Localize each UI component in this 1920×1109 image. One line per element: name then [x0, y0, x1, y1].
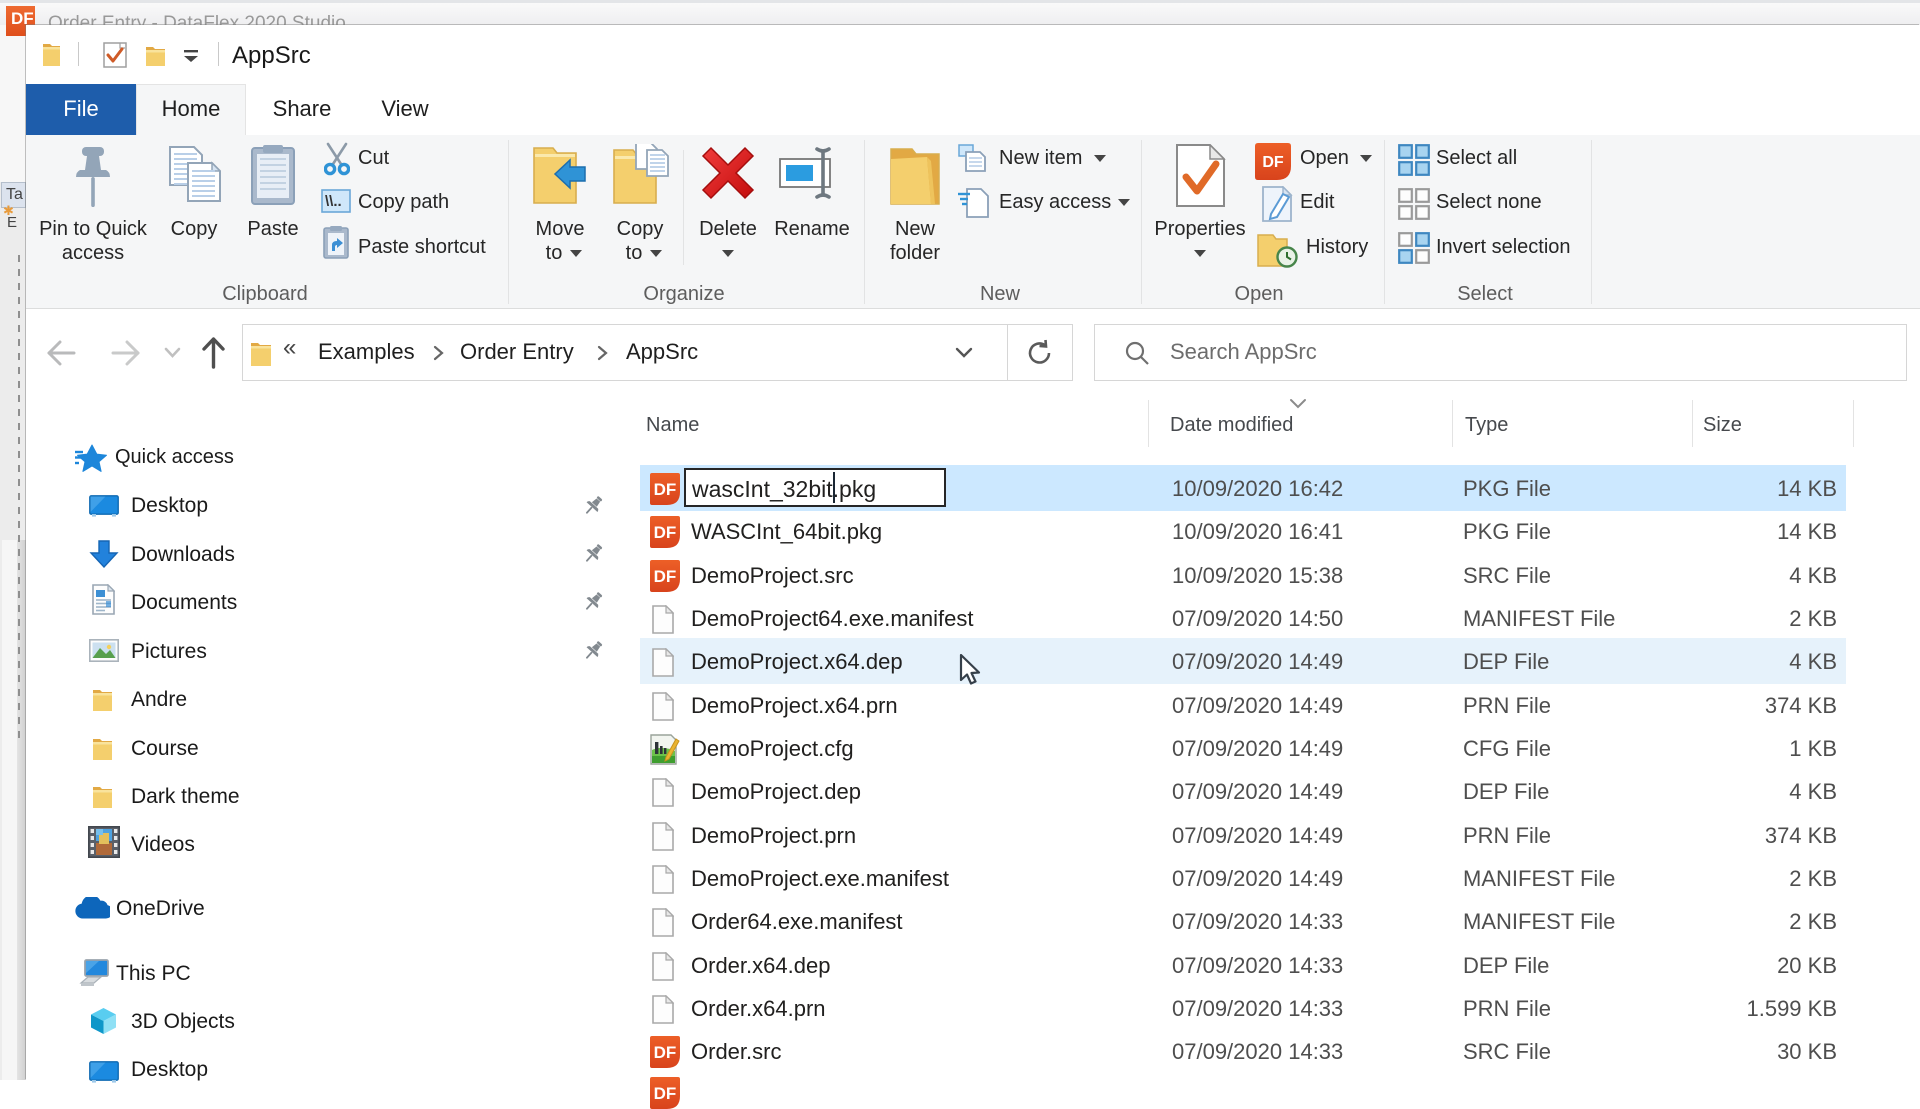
- svg-text:\\..: \\..: [325, 193, 342, 210]
- svg-text:DF: DF: [654, 567, 677, 586]
- svg-text:DF: DF: [654, 523, 677, 542]
- svg-text:DF: DF: [654, 1043, 677, 1062]
- svg-text:DF: DF: [654, 1084, 677, 1103]
- svg-text:DF: DF: [1262, 154, 1284, 171]
- svg-text:DF: DF: [654, 480, 677, 499]
